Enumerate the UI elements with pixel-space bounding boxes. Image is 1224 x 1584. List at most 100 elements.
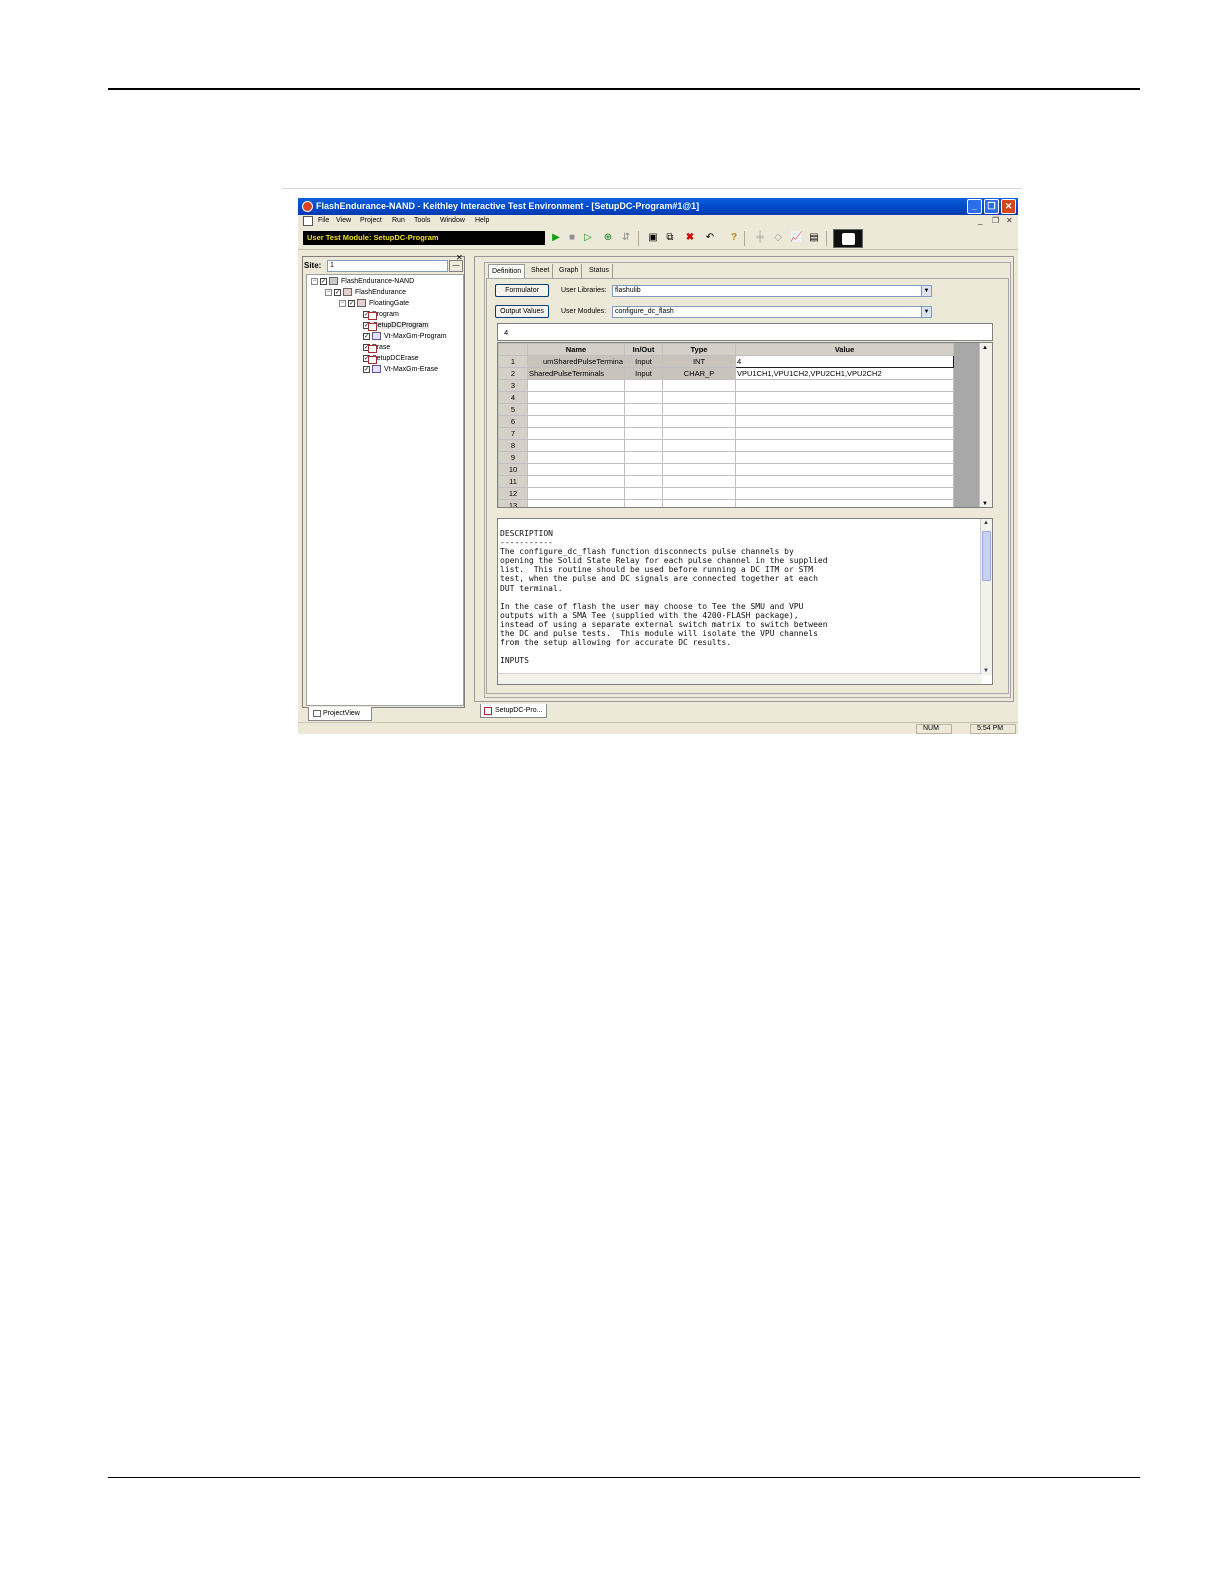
name-cell[interactable] <box>527 391 625 404</box>
collapse-icon[interactable]: − <box>325 288 332 296</box>
type-cell[interactable]: INT <box>662 355 736 368</box>
save-icon[interactable]: ▣ <box>647 232 659 244</box>
diamond-icon[interactable]: ◇ <box>772 232 784 244</box>
inout-cell[interactable] <box>624 499 663 507</box>
scroll-up-icon[interactable]: ▲ <box>983 520 989 526</box>
tab-definition[interactable]: Definition <box>488 264 526 278</box>
type-cell[interactable] <box>662 451 736 464</box>
type-cell[interactable]: CHAR_P <box>662 367 736 380</box>
value-cell[interactable] <box>735 379 954 392</box>
table-row[interactable]: 3 <box>498 379 954 392</box>
site-input[interactable]: 1 <box>327 260 448 272</box>
value-cell[interactable]: 4 <box>735 355 954 368</box>
value-cell[interactable] <box>735 415 954 428</box>
name-cell[interactable] <box>527 415 625 428</box>
scroll-thumb[interactable] <box>982 531 991 581</box>
chevron-down-icon[interactable]: ▼ <box>921 307 931 317</box>
tab-status[interactable]: Status <box>586 264 613 278</box>
collapse-icon[interactable]: − <box>311 277 318 285</box>
tree-node-device[interactable]: − ✓ FloatingGate <box>339 298 409 309</box>
tree-node-project[interactable]: − ✓ FlashEndurance-NAND <box>311 276 414 287</box>
sequence-icon[interactable]: ╪ <box>754 232 766 244</box>
inout-cell[interactable] <box>624 463 663 476</box>
name-cell[interactable] <box>527 487 625 500</box>
save-all-icon[interactable]: ⧉ <box>664 232 676 244</box>
tree-node-device[interactable]: − ✓ FlashEndurance <box>325 287 406 298</box>
value-cell[interactable] <box>735 463 954 476</box>
value-cell[interactable] <box>735 427 954 440</box>
description-scrollbar[interactable]: ▲ ▼ <box>980 519 992 675</box>
table-row[interactable]: 1 umSharedPulseTermina Input INT 4 <box>498 355 954 368</box>
scroll-down-icon[interactable]: ▼ <box>983 668 989 674</box>
scroll-down-icon[interactable]: ▼ <box>982 501 988 507</box>
restore-button[interactable]: ❐ <box>984 199 999 214</box>
value-cell[interactable] <box>735 403 954 416</box>
mdi-restore-icon[interactable]: ❐ <box>992 216 999 225</box>
value-cell[interactable] <box>735 475 954 488</box>
tab-setupdc-program[interactable]: SetupDC-Pro... <box>480 704 547 718</box>
type-cell[interactable] <box>662 403 736 416</box>
type-cell[interactable] <box>662 379 736 392</box>
inout-cell[interactable] <box>624 487 663 500</box>
value-cell[interactable] <box>735 499 954 507</box>
inout-cell[interactable] <box>624 427 663 440</box>
menu-window[interactable]: Window <box>440 217 465 224</box>
site-dropdown-button[interactable]: — <box>449 260 463 272</box>
name-cell[interactable] <box>527 499 625 507</box>
formulator-button[interactable]: Formulator <box>495 284 549 297</box>
menu-help[interactable]: Help <box>475 217 489 224</box>
value-cell[interactable] <box>735 439 954 452</box>
name-cell[interactable] <box>527 403 625 416</box>
table-row[interactable]: 2 SharedPulseTerminals Input CHAR_P VPU1CH1,… <box>498 367 954 380</box>
description-box[interactable]: DESCRIPTION ----------- The configure_dc… <box>497 518 993 685</box>
menu-file[interactable]: File <box>318 217 329 224</box>
table-row[interactable]: 4 <box>498 391 954 404</box>
run-step-icon[interactable]: ▷ <box>582 232 594 244</box>
document-icon[interactable] <box>303 216 313 226</box>
menu-run[interactable]: Run <box>392 217 405 224</box>
minimize-button[interactable]: _ <box>967 199 982 214</box>
tree-node-test[interactable]: ✓ Erase <box>363 342 390 353</box>
chevron-down-icon[interactable]: ▼ <box>921 286 931 296</box>
tree-node-test[interactable]: ✓ SetupDCErase <box>363 353 419 364</box>
inout-cell[interactable] <box>624 379 663 392</box>
help-icon[interactable]: ? <box>728 232 740 244</box>
undo-icon[interactable]: ↶ <box>704 232 716 244</box>
type-cell[interactable] <box>662 391 736 404</box>
table-row[interactable]: 8 <box>498 439 954 452</box>
report-icon[interactable]: ▤ <box>808 232 820 244</box>
append-run-icon[interactable]: ⊕ <box>602 232 614 244</box>
grid-header-inout[interactable]: In/Out <box>624 343 663 356</box>
tab-project-view[interactable]: ProjectView <box>308 707 372 721</box>
tree-node-test[interactable]: ✓ Vt-MaxGm-Program <box>363 331 447 342</box>
type-cell[interactable] <box>662 499 736 507</box>
title-bar[interactable]: FlashEndurance-NAND - Keithley Interacti… <box>298 198 1018 215</box>
inout-cell[interactable] <box>624 391 663 404</box>
type-cell[interactable] <box>662 487 736 500</box>
value-cell[interactable] <box>735 451 954 464</box>
grid-header-type[interactable]: Type <box>662 343 736 356</box>
scroll-up-icon[interactable]: ▲ <box>982 345 988 351</box>
inout-cell[interactable]: Input <box>624 367 663 380</box>
menu-tools[interactable]: Tools <box>414 217 430 224</box>
name-cell[interactable] <box>527 451 625 464</box>
checkbox[interactable]: ✓ <box>334 288 341 296</box>
checkbox[interactable]: ✓ <box>363 332 370 340</box>
inout-cell[interactable]: Input <box>624 355 663 368</box>
inout-cell[interactable] <box>624 451 663 464</box>
checkbox[interactable]: ✓ <box>348 299 355 307</box>
cycle-icon[interactable]: ⇵ <box>620 232 632 244</box>
inout-cell[interactable] <box>624 403 663 416</box>
table-row[interactable]: 9 <box>498 451 954 464</box>
name-cell[interactable] <box>527 463 625 476</box>
value-cell[interactable] <box>735 487 954 500</box>
user-modules-select[interactable]: configure_dc_flash ▼ <box>612 306 932 318</box>
inout-cell[interactable] <box>624 475 663 488</box>
name-cell[interactable] <box>527 475 625 488</box>
tree-node-test[interactable]: ✓ Program <box>363 309 399 320</box>
type-cell[interactable] <box>662 415 736 428</box>
name-cell[interactable] <box>527 427 625 440</box>
grid-scrollbar[interactable]: ▲ ▼ <box>979 343 992 507</box>
value-cell[interactable] <box>735 391 954 404</box>
table-row[interactable]: 5 <box>498 403 954 416</box>
